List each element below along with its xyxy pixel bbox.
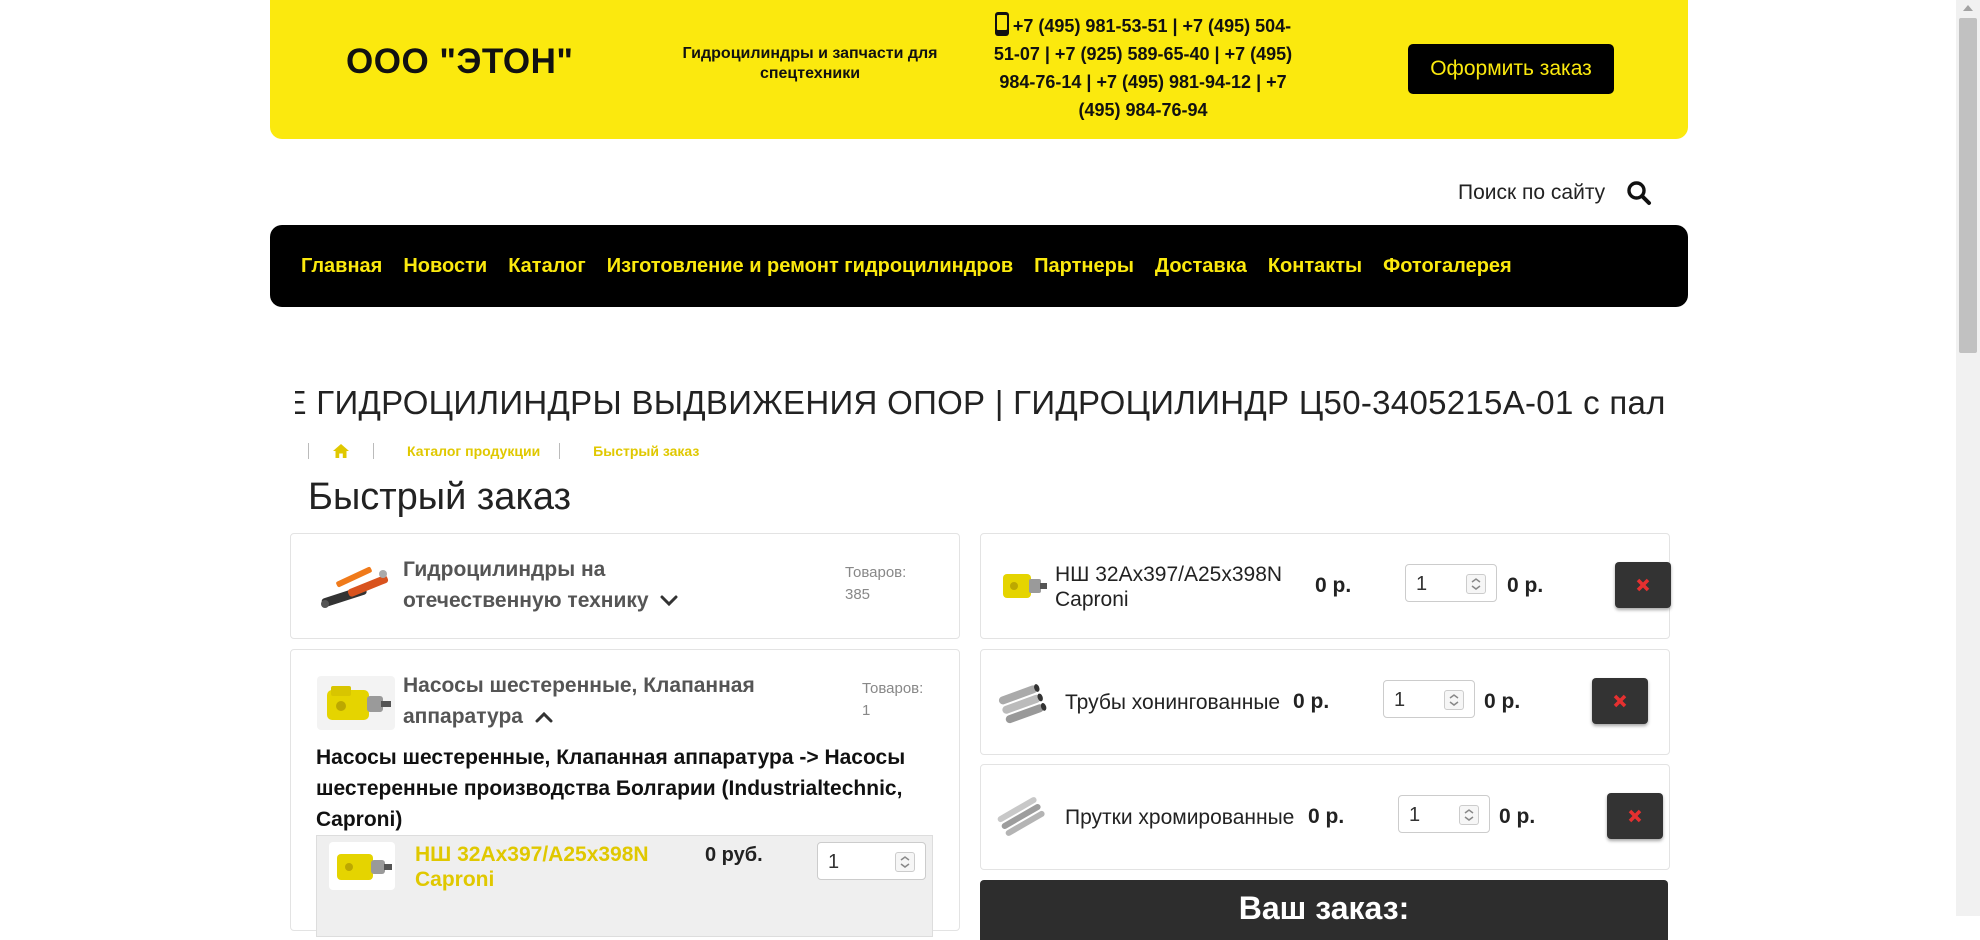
quantity-input[interactable] [1409,804,1459,827]
quantity-stepper[interactable] [1405,564,1497,602]
cart-item-total: 0 р. [1484,690,1521,713]
search-icon[interactable] [1626,180,1652,206]
company-name[interactable]: ООО "ЭТОН" [346,42,574,82]
cart-item-total: 0 р. [1499,805,1536,828]
order-summary-title: Ваш заказ: [1238,890,1410,926]
phone-list: +7 (495) 981-53-51 | +7 (495) 504-51-07 … [988,12,1298,124]
category-name[interactable]: Насосы шестеренные, Клапанная аппаратура [403,674,755,728]
cart-item: НШ 32Ах397/А25х398N Caproni 0 р. 0 р. [980,533,1671,639]
company-tagline: Гидроцилиндры и запчасти для спецтехники [682,45,938,82]
quantity-stepper[interactable] [1383,680,1475,718]
cart-item: Прутки хромированные 0 р. 0 р. [980,764,1670,870]
nav-item-contacts[interactable]: Контакты [1268,255,1362,278]
gear-pumps-thumb[interactable] [317,676,395,730]
scrollbar-thumb[interactable] [1959,18,1977,353]
quantity-input[interactable] [828,851,878,874]
cart-item-name[interactable]: Трубы хонингованные [1065,690,1280,715]
chevron-up-icon[interactable] [535,711,553,723]
order-summary-panel: Ваш заказ: [980,880,1668,940]
breadcrumb: Каталог продукции Быстрый заказ [308,440,699,462]
quantity-stepper[interactable] [1398,795,1490,833]
remove-item-button[interactable] [1592,678,1648,724]
nav-item-home[interactable]: Главная [301,255,382,278]
nav-item-news[interactable]: Новости [403,255,487,278]
cart-item-name[interactable]: НШ 32Ах397/А25х398N Caproni [1055,562,1285,612]
spinner-icon[interactable] [1466,574,1486,594]
spinner-icon[interactable] [1444,690,1464,710]
quantity-input[interactable] [1416,573,1466,596]
chevron-down-icon[interactable] [660,595,678,607]
count-value: 1 [862,702,871,719]
cart-item: Трубы хонингованные 0 р. 0 р. [980,649,1670,755]
category-name-wrap: Гидроцилиндры на отечественную технику [403,554,763,616]
count-label: Товаров: [862,680,924,697]
scroll-up-icon[interactable] [1962,3,1974,13]
site-header: ООО "ЭТОН" Гидроцилиндры и запчасти для … [270,0,1688,139]
nav-item-delivery[interactable]: Доставка [1155,255,1247,278]
product-thumb[interactable] [329,842,395,890]
search-label[interactable]: Поиск по сайту [1458,181,1605,205]
gear-pump-icon [999,562,1049,612]
product-row: НШ 32Ах397/А25х398N Caproni 0 руб. [316,835,933,937]
place-order-button[interactable]: Оформить заказ [1408,44,1614,94]
category-card: Насосы шестеренные, Клапанная аппаратура… [290,649,960,937]
nav-item-catalog[interactable]: Каталог [508,255,585,278]
nav-item-partners[interactable]: Партнеры [1034,255,1134,278]
remove-item-button[interactable] [1615,562,1671,608]
cart-item-price: 0 р. [1293,690,1330,713]
page-title: Быстрый заказ [308,476,572,518]
product-link[interactable]: НШ 32Ах397/А25х398N Caproni [415,842,675,892]
ticker-text[interactable]: ЫЕ ГИДРОЦИЛИНДРЫ ВЫДВИЖЕНИЯ ОПОР | ГИДРО… [295,384,1665,422]
count-value: 385 [845,586,871,603]
cart-item-price: 0 р. [1308,805,1345,828]
category-description: Насосы шестеренные, Клапанная аппаратура… [316,746,906,831]
rods-icon [997,791,1047,841]
nav-item-gallery[interactable]: Фотогалерея [1383,255,1512,278]
remove-item-button[interactable] [1607,793,1663,839]
breadcrumb-catalog[interactable]: Каталог продукции [407,443,540,459]
category-card: Гидроцилиндры на отечественную технику Т… [290,533,960,639]
category-count: Товаров: 385 [845,562,906,606]
nav-item-manufacturing[interactable]: Изготовление и ремонт гидроцилиндров [607,255,1013,278]
spinner-icon[interactable] [1459,805,1479,825]
news-ticker: ЫЕ ГИДРОЦИЛИНДРЫ ВЫДВИЖЕНИЯ ОПОР | ГИДРО… [295,378,1665,428]
phone-numbers[interactable]: +7 (495) 981-53-51 | +7 (495) 504-51-07 … [994,16,1292,120]
pipes-icon [997,678,1047,728]
spinner-icon[interactable] [895,852,915,872]
close-icon [1628,809,1642,823]
hydraulic-cylinders-thumb[interactable] [317,560,395,614]
category-name[interactable]: Гидроцилиндры на отечественную технику [403,558,649,612]
close-icon [1613,694,1627,708]
product-price: 0 руб. [705,844,763,866]
cart-item-price: 0 р. [1315,574,1352,597]
cart-item-name[interactable]: Прутки хромированные [1065,805,1294,830]
main-nav: Главная Новости Каталог Изготовление и р… [270,225,1688,307]
breadcrumb-separator [559,443,561,459]
breadcrumb-separator [308,443,309,459]
home-icon[interactable] [333,444,349,458]
cart-item-total: 0 р. [1507,574,1544,597]
count-label: Товаров: [845,564,907,581]
close-icon [1636,578,1650,592]
phone-icon [994,12,1009,36]
breadcrumb-separator [373,443,374,459]
category-name-wrap: Насосы шестеренные, Клапанная аппаратура [403,670,823,732]
quantity-stepper[interactable] [817,842,926,880]
quantity-input[interactable] [1394,689,1444,712]
breadcrumb-current[interactable]: Быстрый заказ [593,443,699,459]
category-count: Товаров: 1 [862,678,923,722]
